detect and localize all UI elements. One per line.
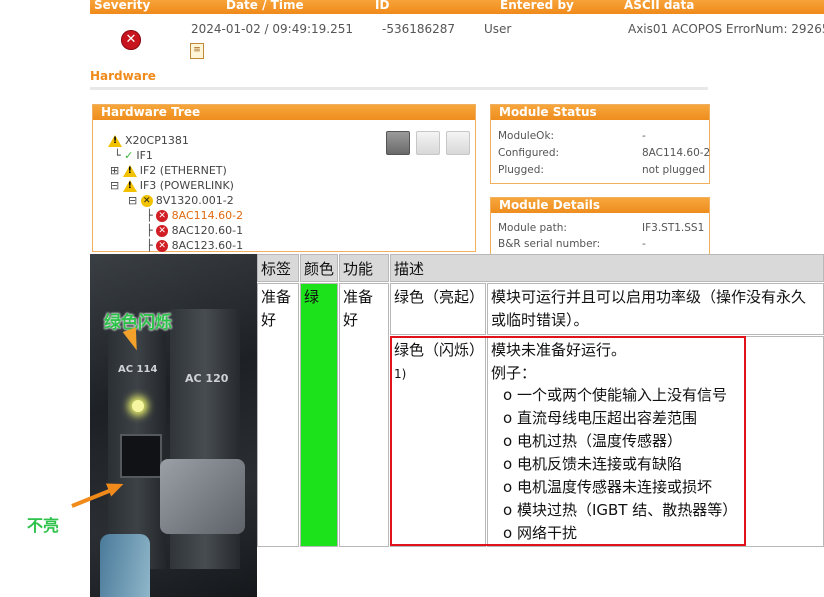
warning-icon — [122, 180, 137, 192]
details-key: B&R serial number: — [498, 238, 601, 250]
col-ascii[interactable]: ASCII data — [624, 0, 694, 12]
status-key: Plugged: — [498, 164, 544, 176]
cable — [100, 534, 150, 597]
th-color: 颜色 — [300, 254, 338, 282]
tree-node-if2[interactable]: ⊞ IF2 (ETHERNET) — [110, 163, 227, 178]
log-ascii: Axis01 ACOPOS ErrorNum: 29265 — [628, 22, 824, 36]
tree-collapse-icon[interactable] — [416, 131, 440, 155]
connector-plug — [160, 459, 245, 534]
status-value: 8AC114.60-2 — [642, 147, 711, 159]
details-key: Module path: — [498, 222, 567, 234]
details-value: - — [642, 238, 646, 250]
col-severity[interactable]: Severity — [94, 0, 150, 12]
check-icon: ✓ — [124, 149, 134, 162]
module-status-title: Module Status — [491, 105, 709, 120]
drive-module-photo: AC 114 AC 120 — [90, 254, 257, 597]
tree-node-8ac114[interactable]: ├ ✕ 8AC114.60-2 — [146, 208, 243, 223]
annotation-blinking-green: 绿色闪烁 — [104, 313, 172, 333]
error-icon: ✕ — [156, 210, 169, 222]
module-tag: AC 120 — [185, 372, 229, 385]
connector-port — [120, 434, 162, 478]
event-log-header: Severity Date / Time ID Entered by ASCII… — [90, 0, 824, 14]
th-label: 标签 — [257, 254, 299, 282]
hardware-tree-title: Hardware Tree — [93, 105, 475, 120]
cell-function: 准备好 — [339, 283, 389, 547]
highlight-box — [390, 336, 746, 546]
module-tag: AC 114 — [118, 364, 158, 375]
status-key: Configured: — [498, 147, 560, 159]
hardware-section-label: Hardware — [90, 69, 156, 83]
th-function: 功能 — [339, 254, 389, 282]
error-icon: ✕ — [121, 30, 141, 50]
th-description: 描述 — [390, 254, 824, 282]
cell-label: 准备好 — [257, 283, 299, 547]
warning-icon — [122, 165, 137, 177]
cell-desc-on: 模块可运行并且可以启用功率级（操作没有永久或临时错误）。 — [487, 283, 824, 335]
col-entered-by[interactable]: Entered by — [500, 0, 574, 12]
log-id: -536186287 — [382, 22, 456, 36]
status-key: ModuleOk: — [498, 130, 555, 142]
document-icon[interactable]: ≡ — [190, 43, 204, 59]
log-entered-by: User — [484, 22, 512, 36]
led-indicator — [132, 400, 144, 412]
tree-refresh-icon[interactable] — [446, 131, 470, 155]
log-datetime: 2024-01-02 / 09:49:19.251 — [191, 22, 354, 36]
tree-node-cpu[interactable]: X20CP1381 — [108, 133, 189, 148]
error-icon: ✕ — [156, 225, 169, 237]
tree-node-8ac120[interactable]: ├ ✕ 8AC120.60-1 — [146, 223, 243, 238]
cell-state-on: 绿色（亮起） — [390, 283, 486, 335]
annotation-not-lit: 不亮 — [27, 516, 60, 535]
status-value: not plugged — [642, 164, 706, 176]
tree-node-if3[interactable]: ⊟ IF3 (POWERLINK) — [110, 178, 234, 193]
cell-color: 绿 — [300, 283, 338, 547]
col-id[interactable]: ID — [375, 0, 389, 12]
status-value: - — [642, 130, 646, 142]
section-divider — [90, 87, 708, 90]
module-details-title: Module Details — [491, 198, 709, 213]
tree-node-if1[interactable]: └ ✓ IF1 — [114, 148, 153, 163]
tree-node-bus[interactable]: ⊟ ✕ 8V1320.001-2 — [128, 193, 234, 208]
error-icon: ✕ — [156, 240, 169, 252]
details-value: IF3.ST1.SS1 — [642, 222, 705, 234]
tree-node-8ac123[interactable]: ├ ✕ 8AC123.60-1 — [146, 238, 243, 253]
tree-expand-icon[interactable] — [386, 131, 410, 155]
error-yellow-icon: ✕ — [140, 195, 153, 207]
col-datetime[interactable]: Date / Time — [226, 0, 304, 12]
warning-icon — [108, 135, 122, 147]
